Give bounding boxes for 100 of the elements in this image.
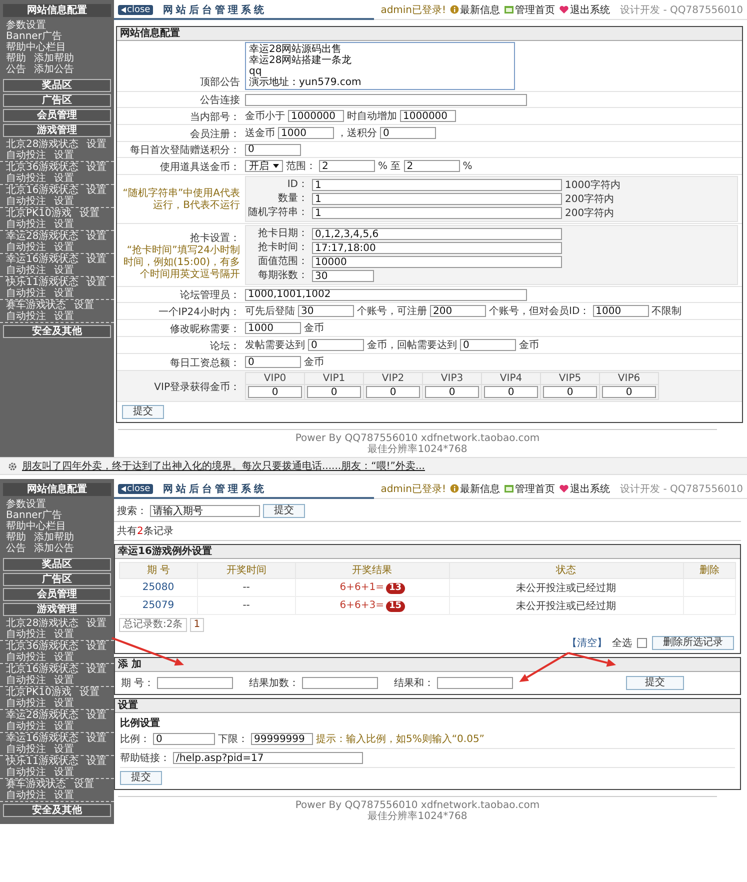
sidebar-link[interactable]: 公告	[6, 64, 26, 75]
sidebar-link[interactable]: 北京PK10游戏	[6, 208, 72, 219]
sidebar-link[interactable]: 自动投注	[6, 265, 46, 276]
input-field[interactable]: 0	[248, 386, 302, 398]
sidebar-link[interactable]: 帮助中心栏目	[6, 42, 66, 53]
sidebar-link[interactable]: 参数设置	[6, 499, 46, 510]
sidebar-heading[interactable]: 广告区	[3, 573, 111, 586]
sidebar-link[interactable]: 设置	[86, 618, 107, 629]
input-field[interactable]: 1	[312, 207, 562, 219]
delete-button[interactable]: 删除所选记录	[652, 636, 734, 650]
submit-button[interactable]: 提交	[263, 504, 305, 518]
sidebar-heading[interactable]: 游戏管理	[3, 603, 111, 616]
sidebar-link[interactable]: 设置	[86, 254, 107, 265]
sidebar-link[interactable]: 自动投注	[6, 219, 46, 230]
input-field[interactable]: 1000	[245, 322, 301, 334]
select-all-checkbox[interactable]	[637, 638, 647, 648]
sidebar-link[interactable]: 自动投注	[6, 288, 46, 299]
input-field[interactable]: 0	[425, 386, 479, 398]
sidebar-heading[interactable]: 广告区	[3, 94, 111, 107]
sidebar-link[interactable]: 设置	[54, 311, 74, 322]
input-field[interactable]: 请输入期号	[150, 505, 260, 517]
input-field[interactable]	[157, 677, 234, 689]
input-field[interactable]: 1000,1001,1002	[245, 288, 527, 300]
header-link[interactable]: 退出系统	[559, 482, 610, 496]
input-field[interactable]: 1000	[278, 127, 334, 139]
sidebar-link[interactable]: Banner广告	[6, 510, 62, 521]
sidebar-link[interactable]: 幸运16游戏状态	[6, 254, 79, 265]
sidebar-link[interactable]: 设置	[86, 710, 107, 721]
sidebar-link[interactable]: 快乐11游戏状态	[6, 277, 79, 288]
sidebar-link[interactable]: 设置	[74, 779, 94, 790]
sidebar-link[interactable]: 北京36游戏状态	[6, 641, 79, 652]
sidebar-heading[interactable]: 安全及其他	[3, 804, 111, 817]
notice-link[interactable]: 朋友叫了四年外卖，终于达到了出神入化的境界。每次只要拨通电话......朋友：“喂!”外卖...	[22, 459, 425, 473]
input-field[interactable]: 1	[312, 193, 562, 205]
sidebar-link[interactable]: 设置	[54, 288, 74, 299]
sidebar-link[interactable]: 设置	[79, 208, 100, 219]
sidebar-link[interactable]: 设置	[54, 173, 74, 184]
header-link[interactable]: 最新信息	[450, 2, 500, 16]
sidebar-link[interactable]: 设置	[54, 219, 74, 230]
input-field[interactable]: 0	[153, 733, 215, 745]
sidebar-heading[interactable]: 会员管理	[3, 109, 111, 122]
input-field[interactable]: 30	[298, 305, 354, 317]
sidebar-link[interactable]: 帮助	[6, 532, 26, 543]
input-field[interactable]: 30	[312, 270, 374, 282]
sidebar-link[interactable]: 自动投注	[6, 311, 46, 322]
sidebar-heading[interactable]: 奖品区	[3, 558, 111, 571]
clear-link[interactable]: 【清空】	[567, 636, 607, 650]
submit-button[interactable]: 提交	[122, 405, 164, 419]
sidebar-link[interactable]: 公告	[6, 543, 26, 554]
input-field[interactable]: 0	[602, 386, 656, 398]
header-link[interactable]: 最新信息	[450, 482, 500, 496]
input-field[interactable]: 17:17,18:00	[312, 242, 562, 254]
sidebar-link[interactable]: 幸运16游戏状态	[6, 733, 79, 744]
sidebar-heading[interactable]: 网站信息配置	[3, 483, 111, 496]
sidebar-link[interactable]: 设置	[86, 185, 107, 196]
input-field[interactable]: 0,1,2,3,4,5,6	[312, 228, 562, 240]
sidebar-heading[interactable]: 网站信息配置	[3, 4, 111, 17]
textarea-field[interactable]: 幸运28网站源码出售 幸运28网站搭建一条龙 qq 演示地址：yun579.com	[245, 42, 515, 90]
sidebar-link[interactable]: 添加帮助	[34, 532, 74, 543]
sidebar-link[interactable]: 设置	[54, 242, 74, 253]
sidebar-heading[interactable]: 会员管理	[3, 588, 111, 601]
sidebar-link[interactable]: 设置	[86, 277, 107, 288]
input-field[interactable]: 200	[430, 305, 486, 317]
sidebar-link[interactable]: 设置	[54, 767, 74, 778]
sidebar-link[interactable]: 自动投注	[6, 150, 46, 161]
sidebar-link[interactable]: 参数设置	[6, 20, 46, 31]
sidebar-link[interactable]: 北京28游戏状态	[6, 618, 79, 629]
sidebar-link[interactable]: 添加公告	[34, 64, 74, 75]
sidebar-link[interactable]: 快乐11游戏状态	[6, 756, 79, 767]
input-field[interactable]: 2	[319, 160, 375, 172]
sidebar-link[interactable]: 添加公告	[34, 543, 74, 554]
sidebar-heading[interactable]: 奖品区	[3, 79, 111, 92]
sidebar-link[interactable]: 设置	[54, 721, 74, 732]
sidebar-link[interactable]: 自动投注	[6, 675, 46, 686]
sidebar-link[interactable]: 自动投注	[6, 196, 46, 207]
header-link[interactable]: 管理首页	[504, 2, 556, 16]
sidebar-link[interactable]: 设置	[79, 687, 100, 698]
sidebar-link[interactable]: 赛车游戏状态	[6, 300, 66, 311]
input-field[interactable]: 0	[245, 144, 301, 156]
sidebar-link[interactable]: 北京PK10游戏	[6, 687, 72, 698]
input-field[interactable]: 0	[366, 386, 420, 398]
sidebar-link[interactable]: 幸运28游戏状态	[6, 710, 79, 721]
sidebar-link[interactable]: 设置	[54, 790, 74, 801]
issue-link[interactable]: 25079	[142, 600, 174, 611]
sidebar-link[interactable]: 设置	[86, 162, 107, 173]
header-link[interactable]: 退出系统	[559, 2, 610, 16]
input-field[interactable]: 1000000	[288, 110, 344, 122]
sidebar-link[interactable]: 自动投注	[6, 767, 46, 778]
sidebar-link[interactable]: 设置	[86, 139, 107, 150]
close-button[interactable]: close	[118, 484, 154, 494]
sidebar-link[interactable]: 设置	[86, 756, 107, 767]
sidebar-heading[interactable]: 游戏管理	[3, 124, 111, 137]
sidebar-link[interactable]: 自动投注	[6, 744, 46, 755]
sidebar-link[interactable]: 设置	[86, 641, 107, 652]
input-field[interactable]: /help.asp?pid=17	[173, 752, 363, 764]
input-field[interactable]	[302, 677, 378, 689]
sidebar-link[interactable]: Banner广告	[6, 31, 62, 42]
sidebar-link[interactable]: 设置	[54, 675, 74, 686]
close-button[interactable]: close	[118, 4, 154, 14]
input-field[interactable]	[437, 677, 514, 689]
